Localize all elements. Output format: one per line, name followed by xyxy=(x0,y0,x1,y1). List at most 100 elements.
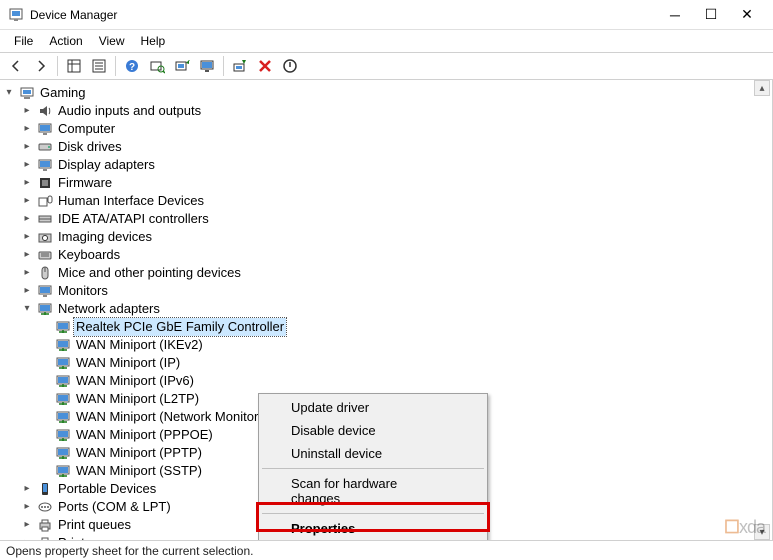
tree-category[interactable]: ▸ Keyboards xyxy=(2,246,770,264)
tree-device[interactable]: WAN Miniport (IPv6) xyxy=(2,372,770,390)
tree-category[interactable]: ▸ Disk drives xyxy=(2,138,770,156)
ctx-disable-device[interactable]: Disable device xyxy=(261,419,485,442)
tree-item-label: WAN Miniport (PPTP) xyxy=(74,444,204,462)
menu-action[interactable]: Action xyxy=(41,32,90,50)
printer-icon xyxy=(37,517,53,533)
portable-icon xyxy=(37,481,53,497)
disable-button[interactable] xyxy=(278,54,302,78)
toolbar-separator xyxy=(57,56,58,76)
help-button[interactable]: ? xyxy=(120,54,144,78)
tree-item-label: WAN Miniport (SSTP) xyxy=(74,462,204,480)
toolbar: ? xyxy=(0,52,773,80)
expand-arrow-icon[interactable]: ▸ xyxy=(20,212,34,226)
device-tree[interactable]: ▾Gaming ▸ Audio inputs and outputs ▸ Compute… xyxy=(0,80,773,540)
expand-arrow-icon[interactable]: ▸ xyxy=(20,194,34,208)
monitor-button[interactable] xyxy=(195,54,219,78)
expand-arrow-icon[interactable]: ▸ xyxy=(20,230,34,244)
expand-arrow-icon[interactable]: ▸ xyxy=(20,248,34,262)
tree-category[interactable]: ▸Monitors xyxy=(2,282,770,300)
tree-item-label: Printers xyxy=(56,534,105,540)
titlebar: Device Manager ─ ☐ ✕ xyxy=(0,0,773,30)
tree-root[interactable]: ▾Gaming xyxy=(2,84,770,102)
window-title: Device Manager xyxy=(30,8,657,22)
hid-icon xyxy=(37,193,53,209)
expand-arrow-icon[interactable]: ▸ xyxy=(20,140,34,154)
tree-item-label: Audio inputs and outputs xyxy=(56,102,203,120)
show-hide-tree-button[interactable] xyxy=(62,54,86,78)
ctx-update-driver[interactable]: Update driver xyxy=(261,396,485,419)
close-button[interactable]: ✕ xyxy=(729,1,765,29)
tree-category[interactable]: ▸Display adapters xyxy=(2,156,770,174)
statusbar: Opens property sheet for the current sel… xyxy=(0,540,773,560)
tree-item-label: Mice and other pointing devices xyxy=(56,264,243,282)
expand-arrow-icon[interactable]: ▸ xyxy=(20,482,34,496)
statusbar-text: Opens property sheet for the current sel… xyxy=(6,544,253,558)
back-button[interactable] xyxy=(4,54,28,78)
expand-arrow-icon[interactable]: ▸ xyxy=(20,500,34,514)
tree-item-label: WAN Miniport (IP) xyxy=(74,354,182,372)
network-icon xyxy=(55,463,71,479)
audio-icon xyxy=(37,103,53,119)
expand-arrow-icon[interactable]: ▾ xyxy=(20,302,34,316)
expand-arrow-icon[interactable]: ▸ xyxy=(20,104,34,118)
context-menu: Update driver Disable device Uninstall d… xyxy=(258,393,488,540)
expand-arrow-icon[interactable]: ▸ xyxy=(20,176,34,190)
expand-arrow-icon[interactable]: ▾ xyxy=(2,86,16,100)
menu-help[interactable]: Help xyxy=(133,32,174,50)
tree-item-label: Portable Devices xyxy=(56,480,158,498)
toolbar-separator xyxy=(223,56,224,76)
tree-category[interactable]: ▸ IDE ATA/ATAPI controllers xyxy=(2,210,770,228)
uninstall-button[interactable] xyxy=(253,54,277,78)
expand-arrow-icon[interactable]: ▸ xyxy=(20,122,34,136)
tree-item-label: IDE ATA/ATAPI controllers xyxy=(56,210,211,228)
computer-icon xyxy=(37,121,53,137)
tree-item-label: Keyboards xyxy=(56,246,122,264)
ctx-properties[interactable]: Properties xyxy=(261,517,485,540)
add-legacy-button[interactable] xyxy=(228,54,252,78)
tree-category[interactable]: ▸ Imaging devices xyxy=(2,228,770,246)
tree-item-label: Realtek PCIe GbE Family Controller xyxy=(74,318,286,336)
ctx-scan-hardware[interactable]: Scan for hardware changes xyxy=(261,472,485,510)
tree-category[interactable]: ▸Firmware xyxy=(2,174,770,192)
menu-file[interactable]: File xyxy=(6,32,41,50)
display-icon xyxy=(37,157,53,173)
expand-arrow-icon[interactable]: ▸ xyxy=(20,284,34,298)
scan-hardware-button[interactable] xyxy=(145,54,169,78)
ctx-uninstall-device[interactable]: Uninstall device xyxy=(261,442,485,465)
main-content: ▾Gaming ▸ Audio inputs and outputs ▸ Compute… xyxy=(0,80,773,540)
maximize-button[interactable]: ☐ xyxy=(693,1,729,29)
tree-item-label: WAN Miniport (L2TP) xyxy=(74,390,201,408)
printer-icon xyxy=(37,535,53,540)
tree-device[interactable]: WAN Miniport (IP) xyxy=(2,354,770,372)
expand-arrow-icon[interactable]: ▸ xyxy=(20,518,34,532)
minimize-button[interactable]: ─ xyxy=(657,1,693,29)
tree-item-label: WAN Miniport (IPv6) xyxy=(74,372,196,390)
pc-icon xyxy=(19,85,35,101)
expand-arrow-icon[interactable]: ▸ xyxy=(20,158,34,172)
tree-category[interactable]: ▸ Mice and other pointing devices xyxy=(2,264,770,282)
tree-item-label: Disk drives xyxy=(56,138,124,156)
tree-category[interactable]: ▸ Audio inputs and outputs xyxy=(2,102,770,120)
tree-category[interactable]: ▾Network adapters xyxy=(2,300,770,318)
tree-category[interactable]: ▸ Computer xyxy=(2,120,770,138)
update-driver-button[interactable] xyxy=(170,54,194,78)
svg-text:?: ? xyxy=(129,62,135,73)
tree-device[interactable]: Realtek PCIe GbE Family Controller xyxy=(2,318,770,336)
keyboard-icon xyxy=(37,247,53,263)
tree-item-label: Imaging devices xyxy=(56,228,154,246)
tree-device[interactable]: WAN Miniport (IKEv2) xyxy=(2,336,770,354)
expand-arrow-icon[interactable]: ▸ xyxy=(20,536,34,540)
imaging-icon xyxy=(37,229,53,245)
menu-view[interactable]: View xyxy=(91,32,133,50)
tree-item-label: Computer xyxy=(56,120,117,138)
scroll-up-arrow[interactable]: ▴ xyxy=(754,80,770,96)
mouse-icon xyxy=(37,265,53,281)
watermark: ☐xda xyxy=(724,517,765,538)
network-icon xyxy=(55,445,71,461)
tree-category[interactable]: ▸Human Interface Devices xyxy=(2,192,770,210)
network-icon xyxy=(55,427,71,443)
network-icon xyxy=(55,391,71,407)
expand-arrow-icon[interactable]: ▸ xyxy=(20,266,34,280)
forward-button[interactable] xyxy=(29,54,53,78)
properties-button[interactable] xyxy=(87,54,111,78)
